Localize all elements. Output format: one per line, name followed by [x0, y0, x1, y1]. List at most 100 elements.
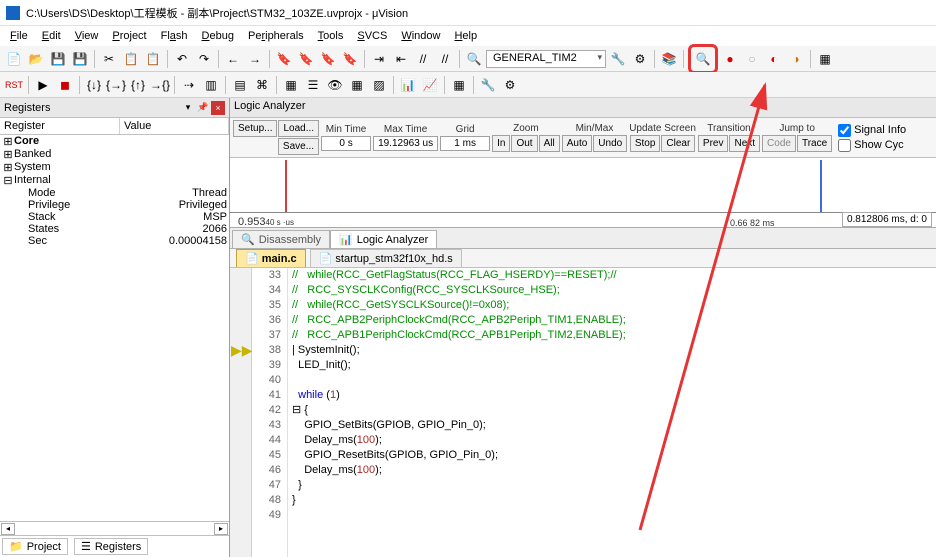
serial-button[interactable]: ▨ [369, 75, 389, 95]
cut-button[interactable]: ✂ [99, 49, 119, 69]
register-row[interactable]: PrivilegePrivileged [0, 199, 229, 211]
zoom-in-button[interactable]: In [492, 135, 510, 152]
nav-back-button[interactable]: ← [223, 49, 243, 69]
update-stop-button[interactable]: Stop [630, 135, 661, 152]
memory-button[interactable]: ▦ [347, 75, 367, 95]
code-content[interactable]: // while(RCC_GetFlagStatus(RCC_FLAG_HSER… [288, 268, 936, 557]
tab-disassembly[interactable]: 🔍 Disassembly [232, 230, 330, 248]
register-row[interactable]: Sec0.00004158 [0, 235, 229, 247]
panel-dropdown-icon[interactable]: ▾ [181, 101, 195, 115]
paste-button[interactable]: 📋 [143, 49, 163, 69]
reset-button[interactable]: RST [4, 75, 24, 95]
watch-button[interactable]: 👁 [325, 75, 345, 95]
transition-next-button[interactable]: Next [729, 135, 760, 152]
jump-trace-button[interactable]: Trace [797, 135, 832, 152]
menu-view[interactable]: View [69, 28, 105, 44]
menu-debug[interactable]: Debug [196, 28, 240, 44]
panel-pin-icon[interactable]: 📌 [196, 101, 210, 115]
menu-edit[interactable]: Edit [36, 28, 67, 44]
bookmark-button[interactable]: 🔖 [274, 49, 294, 69]
debug-settings-button[interactable]: ⚙ [500, 75, 520, 95]
scroll-left-icon[interactable]: ◂ [1, 523, 15, 535]
bookmark-clear-button[interactable]: 🔖 [340, 49, 360, 69]
register-col-header[interactable]: Register [0, 118, 120, 134]
la-load-button[interactable]: Load... [278, 120, 319, 137]
minmax-undo-button[interactable]: Undo [593, 135, 627, 152]
find-button[interactable]: 🔍 [464, 49, 484, 69]
call-stack-button[interactable]: ☰ [303, 75, 323, 95]
zoom-all-button[interactable]: All [539, 135, 560, 152]
file-tab-startup[interactable]: 📄 startup_stm32f10x_hd.s [310, 249, 462, 267]
register-row[interactable]: ⊞Banked [0, 148, 229, 161]
run-to-cursor-button[interactable]: →{} [150, 75, 170, 95]
bookmark-prev-button[interactable]: 🔖 [318, 49, 338, 69]
target-combo[interactable]: GENERAL_TIM2 [486, 50, 606, 68]
undo-button[interactable]: ↶ [172, 49, 192, 69]
menu-file[interactable]: File [4, 28, 34, 44]
save-button[interactable]: 💾 [48, 49, 68, 69]
step-out-button[interactable]: {↑} [128, 75, 148, 95]
register-row[interactable]: StackMSP [0, 211, 229, 223]
open-button[interactable]: 📂 [26, 49, 46, 69]
tab-logic-analyzer[interactable]: 📊 Logic Analyzer [330, 230, 437, 248]
menu-project[interactable]: Project [106, 28, 152, 44]
comment-button[interactable]: // [413, 49, 433, 69]
trace-button[interactable]: 📈 [420, 75, 440, 95]
register-row[interactable]: ModeThread [0, 187, 229, 199]
transition-prev-button[interactable]: Prev [698, 135, 729, 152]
show-cycles-checkbox[interactable]: Show Cyc [838, 139, 906, 152]
logic-analyzer-waveform[interactable]: 0.95340 s ·us 0.66 82 ms 0.812806 ms, d:… [230, 158, 936, 228]
breakpoint-insert-icon[interactable]: ● [720, 49, 740, 69]
menu-help[interactable]: Help [448, 28, 483, 44]
step-over-button[interactable]: {→} [106, 75, 126, 95]
outdent-button[interactable]: ⇤ [391, 49, 411, 69]
menu-window[interactable]: Window [395, 28, 446, 44]
signal-info-checkbox[interactable]: Signal Info [838, 124, 906, 137]
tab-registers[interactable]: ☰ Registers [74, 538, 148, 555]
books-button[interactable]: 📚 [659, 49, 679, 69]
step-into-button[interactable]: {↓} [84, 75, 104, 95]
value-col-header[interactable]: Value [120, 118, 229, 134]
toolbox-button[interactable]: 🔧 [478, 75, 498, 95]
symbols-button[interactable]: ⌘ [252, 75, 272, 95]
redo-button[interactable]: ↷ [194, 49, 214, 69]
register-row[interactable]: ⊞System [0, 161, 229, 174]
start-debug-button[interactable]: 🔍 [693, 49, 713, 69]
tab-project[interactable]: 📁 Project [2, 538, 68, 555]
scroll-right-icon[interactable]: ▸ [214, 523, 228, 535]
menu-tools[interactable]: Tools [312, 28, 350, 44]
bookmark-next-button[interactable]: 🔖 [296, 49, 316, 69]
uncomment-button[interactable]: // [435, 49, 455, 69]
zoom-out-button[interactable]: Out [511, 135, 537, 152]
window-layout-button[interactable]: ▦ [815, 49, 835, 69]
nav-fwd-button[interactable]: → [245, 49, 265, 69]
breakpoint-gutter[interactable]: ▶▶ [230, 268, 252, 557]
stop-button[interactable]: ◼ [55, 75, 75, 95]
copy-button[interactable]: 📋 [121, 49, 141, 69]
registers-tree[interactable]: ⊞Core⊞Banked⊞System⊟InternalModeThreadPr… [0, 135, 229, 328]
minmax-auto-button[interactable]: Auto [562, 135, 593, 152]
la-save-button[interactable]: Save... [278, 138, 319, 155]
menu-peripherals[interactable]: Peripherals [242, 28, 310, 44]
menu-svcs[interactable]: SVCS [351, 28, 393, 44]
breakpoint-disable-icon[interactable]: ◐ [764, 49, 784, 69]
show-next-button[interactable]: ⇢ [179, 75, 199, 95]
la-setup-button[interactable]: Setup... [233, 120, 277, 137]
breakpoint-kill-icon[interactable]: ◑ [786, 49, 806, 69]
new-button[interactable]: 📄 [4, 49, 24, 69]
breakpoint-enable-icon[interactable]: ○ [742, 49, 762, 69]
registers-window-button[interactable]: ▦ [281, 75, 301, 95]
menu-flash[interactable]: Flash [155, 28, 194, 44]
update-clear-button[interactable]: Clear [661, 135, 695, 152]
command-window-button[interactable]: ▥ [201, 75, 221, 95]
save-all-button[interactable]: 💾 [70, 49, 90, 69]
code-editor[interactable]: ▶▶ 3334353637383940414243444546474849 //… [230, 268, 936, 557]
system-viewer-button[interactable]: ▦ [449, 75, 469, 95]
register-row[interactable]: ⊞Core [0, 135, 229, 148]
indent-button[interactable]: ⇥ [369, 49, 389, 69]
panel-close-icon[interactable]: × [211, 101, 225, 115]
disasm-window-button[interactable]: ▤ [230, 75, 250, 95]
configure-button[interactable]: 🔧 [608, 49, 628, 69]
register-row[interactable]: ⊟Internal [0, 174, 229, 187]
run-button[interactable]: ▶ [33, 75, 53, 95]
